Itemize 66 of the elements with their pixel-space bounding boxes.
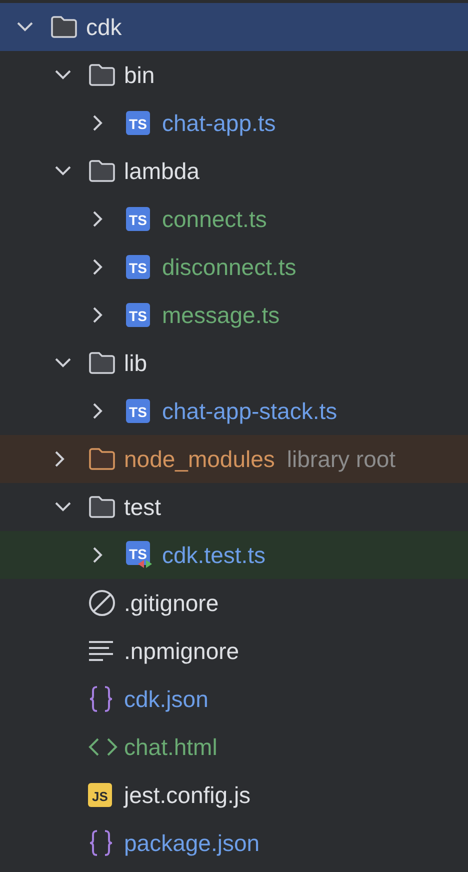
file-name: chat-app-stack.ts [162,400,338,422]
tree-row[interactable]: TS chat-app-stack.ts [0,387,468,435]
braces-icon [88,829,114,857]
file-name: lambda [124,160,200,182]
tree-row[interactable]: test [0,483,468,531]
tree-row[interactable]: TS disconnect.ts [0,243,468,291]
braces-icon [88,685,114,713]
file-name: chat.html [124,736,218,758]
tree-row[interactable]: .npmignore [0,627,468,675]
chevron-down-icon[interactable] [54,165,72,177]
chevron-right-icon[interactable] [92,546,104,564]
file-name: connect.ts [162,208,267,230]
file-name: cdk.test.ts [162,544,266,566]
chevron-right-icon[interactable] [92,210,104,228]
folder-icon [88,447,116,471]
file-name: .npmignore [124,640,240,662]
tree-row[interactable]: package.json [0,819,468,867]
tree-row[interactable]: TS cdk.test.ts [0,531,468,579]
chevron-down-icon[interactable] [16,21,34,33]
tree-row[interactable]: TS chat-app.ts [0,99,468,147]
chevron-down-icon[interactable] [54,501,72,513]
typescript-file-icon: TS [126,111,150,135]
chevron-down-icon[interactable] [54,69,72,81]
file-name: cdk.json [124,688,208,710]
file-name: jest.config.js [124,784,251,806]
file-name: message.ts [162,304,280,326]
file-name: disconnect.ts [162,256,296,278]
typescript-file-icon: TS [126,399,150,423]
tree-row[interactable]: lib [0,339,468,387]
tree-row[interactable]: chat.html [0,723,468,771]
chevron-right-icon[interactable] [92,258,104,276]
typescript-file-icon: TS [126,207,150,231]
file-name: chat-app.ts [162,112,276,134]
tree-row[interactable]: TS message.ts [0,291,468,339]
file-name: cdk [86,16,122,38]
folder-icon [88,159,116,183]
file-name: test [124,496,162,518]
javascript-file-icon: JS [88,783,112,807]
typescript-file-icon: TS [126,255,150,279]
tree-row[interactable]: cdk.json [0,675,468,723]
chevron-right-icon[interactable] [92,114,104,132]
folder-icon [50,15,78,39]
folder-icon [88,495,116,519]
folder-icon [88,351,116,375]
library-root-hint: library root [286,448,396,470]
tree-row[interactable]: JS jest.config.js [0,771,468,819]
file-name: package.json [124,832,260,854]
file-name: node_modules [124,448,275,470]
file-name: lib [124,352,148,374]
tree-row[interactable]: lambda [0,147,468,195]
chevron-right-icon[interactable] [92,306,104,324]
tree-row[interactable]: .gitignore [0,579,468,627]
tree-row[interactable]: cdk [0,3,468,51]
tree-row[interactable]: bin [0,51,468,99]
text-file-icon [88,640,114,662]
folder-icon [88,63,116,87]
ignore-file-icon [88,589,116,617]
chevron-right-icon[interactable] [54,450,66,468]
tree-row[interactable]: node_modules library root [0,435,468,483]
file-name: .gitignore [124,592,219,614]
angle-brackets-icon [88,737,118,757]
file-name: bin [124,64,155,86]
typescript-file-icon: TS [126,303,150,327]
chevron-down-icon[interactable] [54,357,72,369]
tree-row[interactable]: TS connect.ts [0,195,468,243]
chevron-right-icon[interactable] [92,402,104,420]
